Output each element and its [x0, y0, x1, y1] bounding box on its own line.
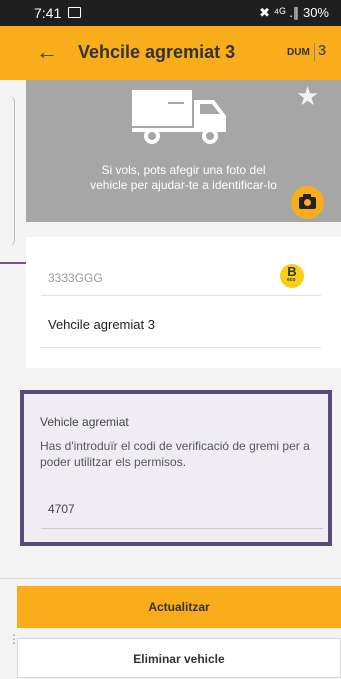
plate-value: 3333GGG: [48, 271, 103, 285]
vehicle-name-field[interactable]: Vehcile agremiat 3: [41, 303, 321, 348]
dum-label[interactable]: DUM: [287, 47, 310, 58]
status-time: 7:41: [34, 5, 62, 21]
truck-icon: [132, 90, 226, 144]
verification-description: Has d'introduïr el codi de verificació d…: [40, 439, 310, 469]
plate-field[interactable]: 3333GGG: [41, 255, 321, 296]
page-title: Vehcile agremiat 3: [78, 42, 236, 62]
photo-hint-line-1: Si vols, pots afegir una foto del: [101, 163, 266, 177]
photo-hint-line-2: vehicle per ajudar-te a identificar-lo: [90, 178, 277, 192]
guild-verification-card: Vehicle agremiat Has d'introduïr el codi…: [20, 390, 332, 546]
bottom-divider: [0, 578, 341, 579]
edge-handle-icon: ⋮: [8, 632, 20, 646]
badge-sub: eco: [287, 277, 296, 283]
status-indicators: ✖ ⁴ᴳ .∥ 30%: [259, 5, 329, 20]
pedestrian-icon[interactable]: ᴈ: [318, 39, 326, 60]
eco-label-badge: B eco: [280, 264, 304, 288]
arrow-left-icon[interactable]: ←: [36, 39, 58, 65]
star-icon[interactable]: ★: [296, 81, 319, 112]
verification-code-field[interactable]: 4707: [41, 490, 323, 529]
update-button[interactable]: Actualitzar: [17, 586, 341, 628]
gallery-notification-icon: [68, 7, 81, 18]
verification-heading: Vehicle agremiat: [40, 415, 129, 429]
camera-button[interactable]: [291, 186, 324, 219]
delete-vehicle-button[interactable]: Eliminar vehicle: [17, 638, 341, 678]
header-divider: [314, 43, 315, 61]
photo-hint: Si vols, pots afegir una foto del vehicl…: [26, 163, 341, 193]
side-drawer-edge[interactable]: [0, 96, 15, 246]
app-bar: ← Vehcile agremiat 3 DUM ᴈ: [0, 26, 341, 80]
verification-code-value: 4707: [48, 502, 75, 516]
vehicle-name-value: Vehcile agremiat 3: [48, 317, 155, 332]
vehicle-form-card: 3333GGG B eco Vehcile agremiat 3: [26, 237, 341, 368]
status-bar: 7:41 ✖ ⁴ᴳ .∥ 30%: [0, 0, 341, 26]
